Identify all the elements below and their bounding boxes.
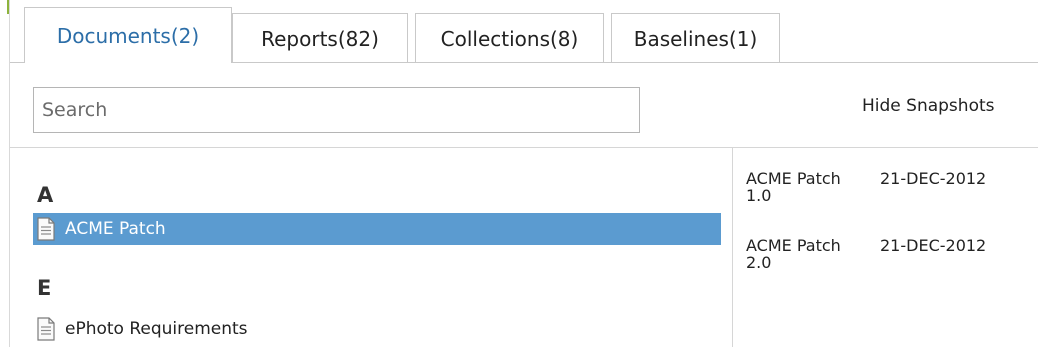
list-item-label: ACME Patch [65, 219, 166, 239]
hide-snapshots-link[interactable]: Hide Snapshots [862, 96, 995, 116]
group-header-e: E [37, 276, 52, 300]
content-divider [10, 147, 1038, 148]
tab-collections[interactable]: Collections(8) [415, 13, 604, 63]
snapshot-name: ACME Patch 1.0 [746, 169, 841, 205]
list-item-ephoto-requirements[interactable]: ePhoto Requirements [33, 313, 248, 345]
snapshot-date: 21-DEC-2012 [880, 169, 987, 188]
snapshot-name: ACME Patch 2.0 [746, 236, 841, 272]
group-header-a: A [37, 183, 54, 207]
left-accent-bar [0, 0, 10, 347]
list-item-acme-patch[interactable]: ACME Patch [33, 213, 721, 245]
document-icon [37, 217, 55, 241]
search-input[interactable] [33, 87, 640, 133]
document-icon [37, 317, 55, 341]
pane-divider [732, 147, 733, 347]
list-item-label: ePhoto Requirements [65, 319, 248, 339]
snapshot-row[interactable]: ACME Patch 2.0 21-DEC-2012 [746, 237, 1036, 283]
snapshot-row[interactable]: ACME Patch 1.0 21-DEC-2012 [746, 170, 1036, 216]
tab-reports[interactable]: Reports(82) [232, 13, 408, 63]
tab-bar: Documents(2) Reports(82) Collections(8) … [10, 0, 1038, 70]
tab-baselines[interactable]: Baselines(1) [611, 13, 780, 63]
snapshot-date: 21-DEC-2012 [880, 236, 987, 255]
tab-documents[interactable]: Documents(2) [24, 7, 232, 64]
